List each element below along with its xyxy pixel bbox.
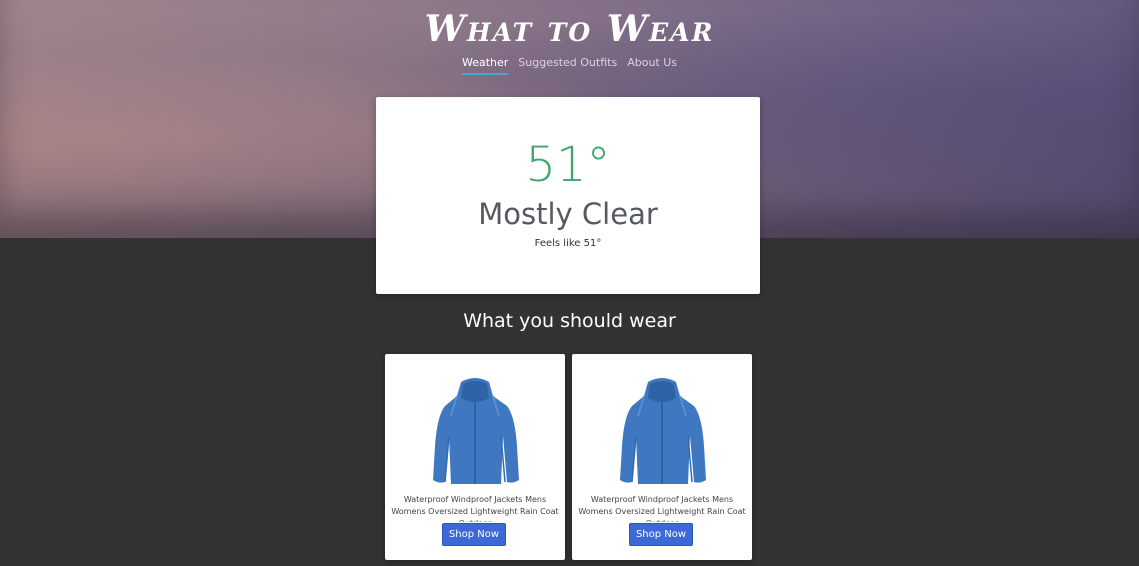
- nav-about-us[interactable]: About Us: [627, 56, 677, 75]
- product-name: Waterproof Windproof Jackets Mens Womens…: [391, 495, 559, 522]
- main-nav: Weather Suggested Outfits About Us: [0, 56, 1139, 75]
- shop-now-button[interactable]: Shop Now: [629, 523, 693, 546]
- feels-like: Feels like 51°: [534, 238, 602, 249]
- site-title: What to Wear: [424, 8, 715, 50]
- suggestions-heading: What you should wear: [463, 310, 676, 332]
- jacket-icon[interactable]: [429, 376, 521, 488]
- page: What to Wear Weather Suggested Outfits A…: [0, 0, 1139, 566]
- jacket-icon[interactable]: [616, 376, 708, 488]
- shop-now-button[interactable]: Shop Now: [442, 523, 506, 546]
- nav-weather[interactable]: Weather: [461, 56, 509, 75]
- product-list: Waterproof Windproof Jackets Mens Womens…: [385, 354, 752, 560]
- product-name: Waterproof Windproof Jackets Mens Womens…: [578, 495, 746, 522]
- weather-condition: Mostly Clear: [478, 197, 658, 231]
- temperature: 51°: [525, 137, 611, 193]
- weather-card: 51° Mostly Clear Feels like 51°: [376, 97, 760, 294]
- product-card: Waterproof Windproof Jackets Mens Womens…: [572, 354, 752, 560]
- nav-suggested-outfits[interactable]: Suggested Outfits: [518, 56, 617, 75]
- product-card: Waterproof Windproof Jackets Mens Womens…: [385, 354, 565, 560]
